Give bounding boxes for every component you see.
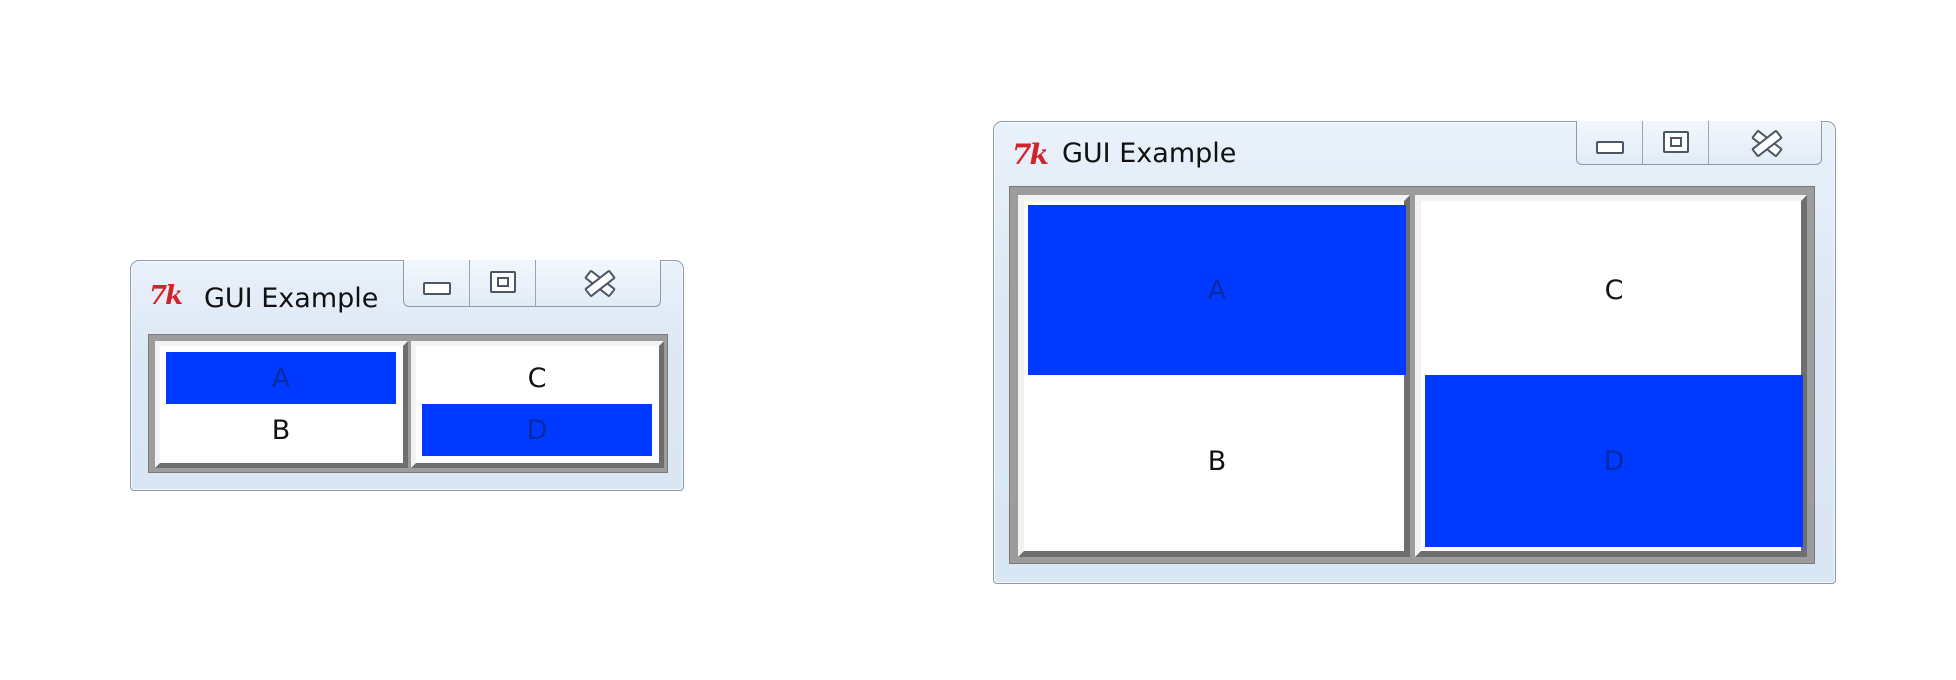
tk-feather-icon: 7k <box>1012 138 1049 171</box>
caption-buttons <box>403 260 661 307</box>
gui-example-window-small[interactable]: 7k GUI Example A B C D <box>130 260 684 491</box>
minimize-icon <box>422 281 451 295</box>
maximize-icon <box>1662 130 1689 153</box>
window-client-area: A B C D <box>1009 186 1815 564</box>
close-button[interactable] <box>1709 121 1821 164</box>
label-d: D <box>422 404 652 456</box>
close-button[interactable] <box>536 260 660 306</box>
label-a: A <box>166 352 396 404</box>
right-frame: C D <box>1415 195 1807 557</box>
caption-buttons <box>1576 121 1822 165</box>
tk-feather-icon: 7k <box>149 281 183 311</box>
label-c: C <box>527 362 547 394</box>
maximize-button[interactable] <box>1643 121 1709 164</box>
label-c: C <box>1604 274 1624 306</box>
left-frame: A B <box>1018 195 1410 557</box>
maximize-icon <box>489 271 516 293</box>
label-d: D <box>1425 375 1803 547</box>
label-a: A <box>1028 205 1406 375</box>
maximize-button[interactable] <box>470 260 536 306</box>
label-b: B <box>1207 445 1227 477</box>
minimize-button[interactable] <box>1577 121 1643 164</box>
right-frame: C D <box>411 341 664 468</box>
window-title: GUI Example <box>204 283 379 314</box>
close-icon <box>583 270 613 294</box>
minimize-button[interactable] <box>404 260 470 306</box>
label-b: B <box>271 414 291 446</box>
window-title: GUI Example <box>1062 138 1237 169</box>
left-frame: A B <box>155 341 408 468</box>
minimize-icon <box>1595 141 1624 154</box>
window-client-area: A B C D <box>148 334 668 473</box>
close-icon <box>1750 130 1780 154</box>
gui-example-window-large[interactable]: 7k GUI Example A B C D <box>993 121 1836 584</box>
